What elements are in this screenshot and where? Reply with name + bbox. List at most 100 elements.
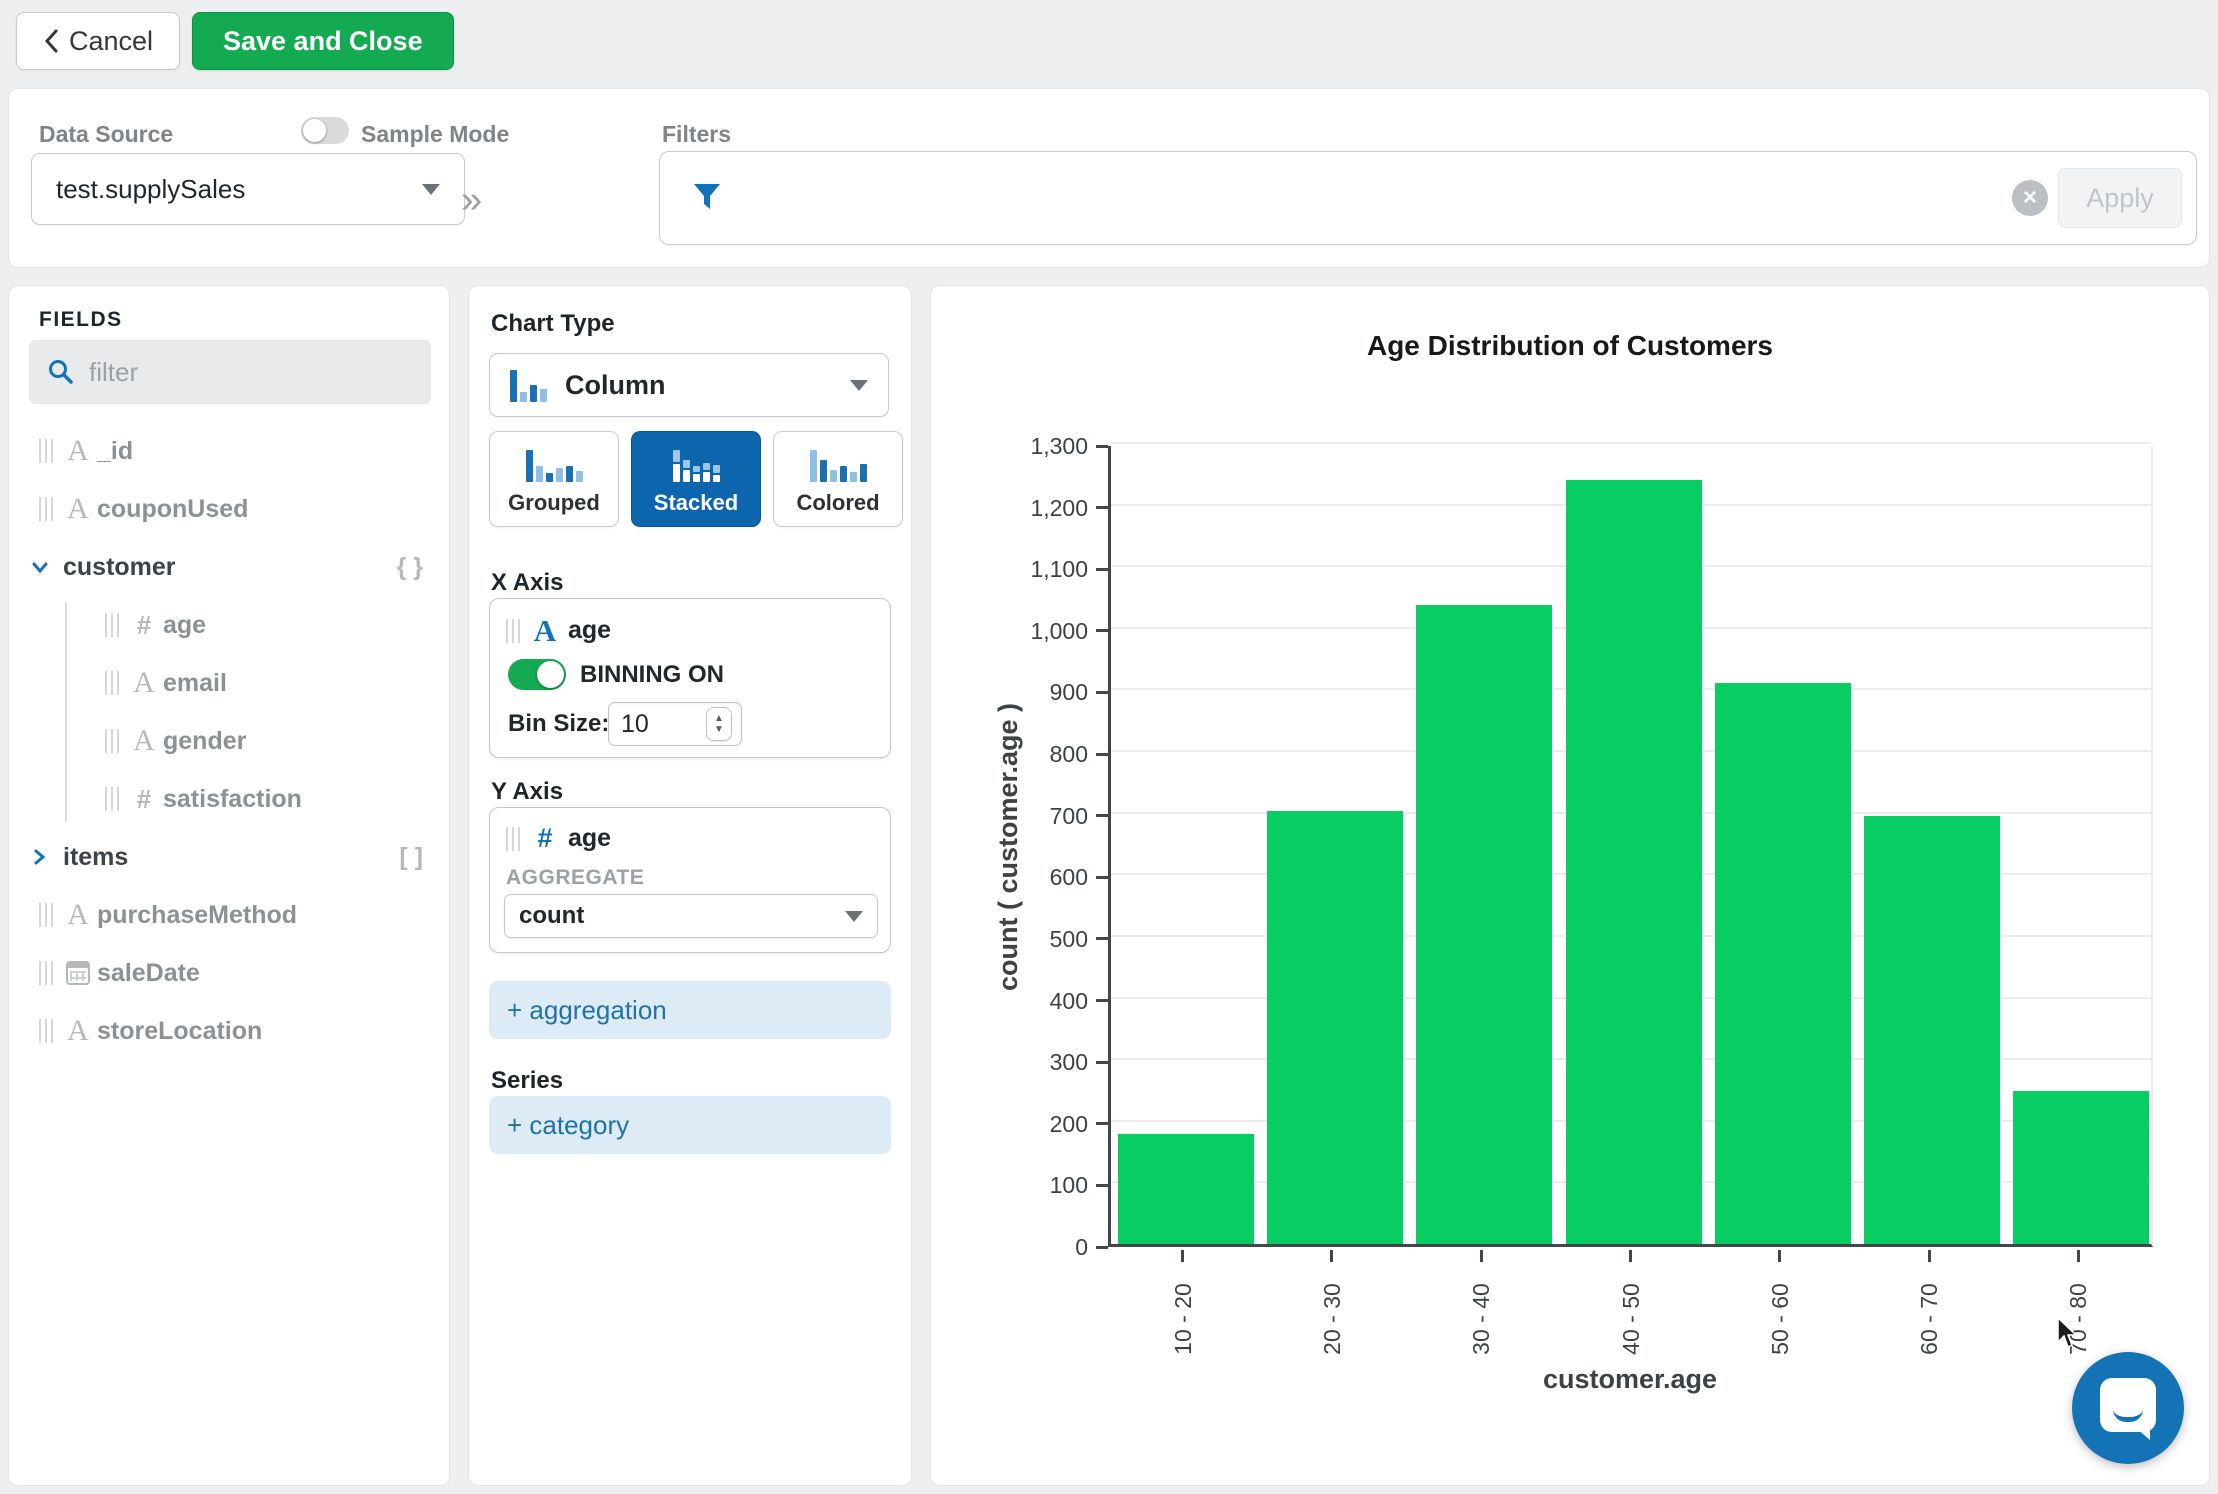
- field-row-items[interactable]: items [ ]: [9, 828, 449, 886]
- filters-input[interactable]: × Apply: [659, 151, 2197, 245]
- chevron-down-icon: [850, 379, 868, 391]
- object-type-badge: { }: [396, 552, 423, 581]
- datasource-select[interactable]: test.supplySales: [31, 153, 465, 225]
- field-name: satisfaction: [163, 784, 302, 813]
- y-tick-mark: [1096, 690, 1108, 694]
- field-name: _id: [97, 436, 134, 465]
- y-tick-label: 1,100: [1030, 556, 1088, 583]
- clear-filters-button[interactable]: ×: [2012, 180, 2048, 216]
- field-search-input[interactable]: [89, 356, 389, 388]
- bar-60-70[interactable]: [1864, 815, 2001, 1244]
- y-tick-label: 0: [1075, 1234, 1088, 1260]
- mode-button-stacked[interactable]: Stacked: [631, 431, 761, 527]
- y-tick-mark: [1096, 1183, 1108, 1187]
- field-row-_id[interactable]: A _id: [9, 422, 449, 480]
- field-name: couponUsed: [97, 494, 249, 523]
- bin-size-stepper[interactable]: ▲ ▼: [706, 707, 732, 741]
- y-tick-label: 100: [1049, 1172, 1088, 1199]
- drag-handle-icon[interactable]: [39, 903, 53, 927]
- field-row-gender[interactable]: Agender: [9, 712, 449, 770]
- bar-20-30[interactable]: [1266, 810, 1403, 1244]
- y-tick-mark: [1096, 814, 1108, 818]
- bar-50-60[interactable]: [1714, 683, 1851, 1244]
- y-tick-mark: [1096, 444, 1108, 448]
- field-name: items: [63, 842, 129, 871]
- y-axis-card: # age AGGREGATE count: [489, 807, 891, 953]
- plot-area: [1108, 442, 2153, 1247]
- drag-handle-icon[interactable]: [39, 497, 53, 521]
- chat-launcher-button[interactable]: [2072, 1352, 2184, 1464]
- field-row-customer[interactable]: customer { }: [9, 538, 449, 596]
- chevron-down-icon: [422, 183, 440, 195]
- mode-label: Grouped: [508, 490, 600, 515]
- field-row-storeLocation[interactable]: AstoreLocation: [9, 1002, 449, 1060]
- y-tick-mark: [1096, 1245, 1108, 1249]
- binning-toggle[interactable]: [508, 659, 566, 690]
- drag-handle-icon[interactable]: [105, 671, 119, 695]
- sample-mode-label: Sample Mode: [361, 121, 510, 147]
- number-type-icon: #: [136, 784, 152, 814]
- x-tick-label: 10 - 20: [1169, 1283, 1196, 1355]
- drag-handle[interactable]: [506, 826, 520, 851]
- save-label: Save and Close: [223, 25, 423, 56]
- apply-button[interactable]: Apply: [2058, 168, 2182, 228]
- field-row-saleDate[interactable]: saleDate: [9, 944, 449, 1002]
- chevron-left-icon: [44, 29, 58, 53]
- chart-type-select[interactable]: Column: [489, 353, 889, 417]
- bar-40-50[interactable]: [1565, 479, 1702, 1244]
- double-chevron-icon: »: [461, 179, 483, 221]
- number-type-icon: #: [136, 610, 152, 640]
- field-row-age[interactable]: # age: [9, 596, 449, 654]
- x-axis-field[interactable]: A age: [490, 599, 890, 646]
- y-axis-label: Y Axis: [491, 778, 564, 805]
- cancel-button[interactable]: Cancel: [16, 12, 181, 70]
- mode-button-colored[interactable]: Colored: [773, 431, 903, 527]
- mouse-cursor: [2057, 1316, 2078, 1349]
- field-row-purchaseMethod[interactable]: ApurchaseMethod: [9, 886, 449, 944]
- y-tick-label: 300: [1049, 1049, 1088, 1076]
- indent-guide-line: [65, 602, 67, 822]
- drag-handle-icon[interactable]: [105, 729, 119, 753]
- save-and-close-button[interactable]: Save and Close: [192, 12, 454, 70]
- y-tick-mark: [1096, 752, 1108, 756]
- chevron-down-icon[interactable]: [31, 559, 51, 575]
- sample-mode-toggle[interactable]: [301, 117, 349, 144]
- bar-30-40[interactable]: [1416, 605, 1553, 1244]
- calendar-icon: [66, 961, 90, 985]
- mode-button-grouped[interactable]: Grouped: [489, 431, 619, 527]
- bin-size-label: Bin Size:: [508, 710, 610, 737]
- drag-handle-icon[interactable]: [39, 961, 53, 985]
- add-category-button[interactable]: + category: [489, 1096, 891, 1154]
- drag-handle[interactable]: [506, 618, 520, 643]
- y-axis-field[interactable]: # age: [490, 808, 890, 853]
- x-tick-mark: [1629, 1250, 1632, 1262]
- y-tick-mark: [1096, 567, 1108, 571]
- chevron-right-icon[interactable]: [31, 848, 51, 866]
- colored-bars-icon: [809, 448, 867, 482]
- aggregate-select[interactable]: count: [504, 894, 878, 938]
- field-row-satisfaction[interactable]: # satisfaction: [9, 770, 449, 828]
- binning-label: BINNING ON: [580, 661, 724, 688]
- x-tick-mark: [1181, 1250, 1185, 1262]
- drag-handle-icon[interactable]: [105, 787, 119, 811]
- field-row-email[interactable]: Aemail: [9, 654, 449, 712]
- x-axis-label: X Axis: [491, 569, 564, 596]
- datasource-label: Data Source: [39, 121, 174, 147]
- chevron-down-icon: [845, 910, 863, 922]
- add-aggregation-button[interactable]: + aggregation: [489, 981, 891, 1039]
- y-tick-mark: [1096, 875, 1108, 879]
- cancel-label: Cancel: [69, 25, 154, 56]
- filter-funnel-icon: [694, 184, 720, 209]
- string-type-icon: A: [533, 613, 557, 648]
- field-row-couponUsed[interactable]: AcouponUsed: [9, 480, 449, 538]
- string-type-icon: A: [67, 492, 89, 525]
- bar-10-20[interactable]: [1117, 1134, 1254, 1244]
- bar-70-80[interactable]: [2013, 1091, 2150, 1244]
- chart-type-value: Column: [565, 369, 666, 400]
- field-search-box[interactable]: [29, 340, 431, 404]
- drag-handle-icon[interactable]: [39, 439, 53, 463]
- y-tick-mark: [1096, 999, 1108, 1003]
- drag-handle-icon[interactable]: [39, 1019, 53, 1043]
- y-tick-mark: [1096, 506, 1108, 510]
- drag-handle-icon[interactable]: [105, 613, 119, 637]
